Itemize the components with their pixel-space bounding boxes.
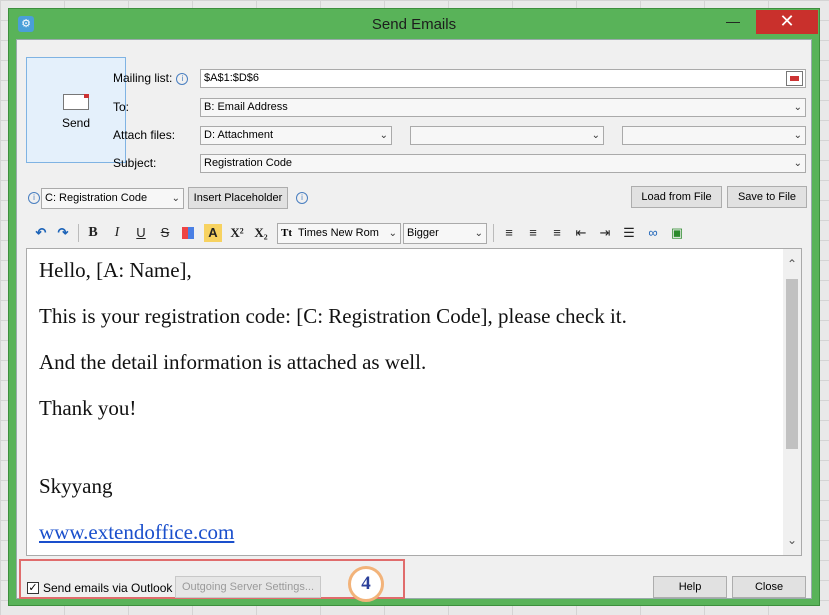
scroll-thumb[interactable] — [786, 279, 798, 449]
chevron-down-icon: ⌄ — [474, 228, 483, 239]
undo-icon[interactable]: ↶ — [32, 224, 50, 242]
outgoing-server-settings-button[interactable]: Outgoing Server Settings... — [175, 576, 321, 598]
insert-placeholder-button[interactable]: Insert Placeholder — [188, 187, 288, 209]
font-color-button[interactable]: A — [204, 224, 222, 242]
format-toolbar: ↶ ↷ B I U S A X² X₂ Tt Times New Rom ⌄ Bi… — [26, 220, 802, 247]
font-size-dropdown[interactable]: Bigger ⌄ — [403, 223, 487, 244]
align-right-icon[interactable]: ≡ — [548, 224, 566, 242]
chevron-down-icon: ⌄ — [388, 228, 397, 239]
to-dropdown[interactable]: B: Email Address ⌄ — [200, 98, 806, 117]
save-to-file-button[interactable]: Save to File — [727, 186, 807, 208]
envelope-icon — [63, 94, 89, 110]
chevron-down-icon: ⌄ — [591, 130, 600, 141]
range-select-icon[interactable] — [786, 71, 803, 86]
chevron-down-icon: ⌄ — [379, 130, 388, 141]
font-name-dropdown[interactable]: Tt Times New Rom ⌄ — [277, 223, 401, 244]
editor-scrollbar[interactable]: ⌃ ⌄ — [783, 249, 801, 555]
help-button[interactable]: Help — [653, 576, 727, 598]
mailing-list-input[interactable]: $A$1:$D$6 — [200, 69, 806, 88]
bold-button[interactable]: B — [84, 224, 102, 242]
attach-dropdown-3[interactable]: ⌄ — [622, 126, 806, 145]
redo-icon[interactable]: ↷ — [54, 224, 72, 242]
info-icon[interactable]: i — [176, 72, 189, 85]
italic-button[interactable]: I — [108, 224, 126, 242]
editor-line: And the detail information is attached a… — [39, 350, 427, 374]
send-button[interactable]: Send — [26, 57, 126, 163]
scroll-up-icon[interactable]: ⌃ — [783, 255, 801, 273]
mailing-list-label: Mailing list: i — [113, 71, 189, 85]
strikethrough-button[interactable]: S — [156, 224, 174, 242]
list-icon[interactable]: ☰ — [620, 224, 638, 242]
align-left-icon[interactable]: ≡ — [500, 224, 518, 242]
minimize-button[interactable]: — — [723, 10, 743, 34]
subject-input[interactable]: Registration Code ⌄ — [200, 154, 806, 173]
to-label: To: — [113, 100, 130, 114]
close-window-button[interactable]: ✕ — [756, 10, 818, 34]
link-icon[interactable]: ∞ — [644, 224, 662, 242]
indent-icon[interactable]: ⇥ — [596, 224, 614, 242]
send-via-outlook-label: Send emails via Outlook — [43, 581, 173, 595]
image-icon[interactable]: ▣ — [668, 224, 686, 242]
editor-line: This is your registration code: [C: Regi… — [39, 304, 627, 328]
align-center-icon[interactable]: ≡ — [524, 224, 542, 242]
chevron-down-icon: ⌄ — [793, 130, 802, 141]
underline-button[interactable]: U — [132, 224, 150, 242]
highlight-color-icon[interactable] — [182, 227, 194, 239]
title-bar: ⚙ Send Emails — ✕ — [9, 9, 819, 39]
attach-dropdown-1[interactable]: D: Attachment ⌄ — [200, 126, 392, 145]
font-icon: Tt — [281, 227, 292, 239]
subject-label: Subject: — [113, 156, 157, 170]
placeholder-dropdown[interactable]: C: Registration Code ⌄ — [41, 188, 184, 209]
send-via-outlook-checkbox[interactable]: ✓ — [27, 582, 39, 594]
info-icon[interactable]: i — [296, 192, 308, 204]
toolbar-divider — [78, 224, 79, 242]
dialog-body: Send Mailing list: i $A$1:$D$6 To: B: Ema… — [16, 39, 812, 602]
load-from-file-button[interactable]: Load from File — [631, 186, 722, 208]
message-body: Hello, [A: Name], This is your registrat… — [39, 257, 779, 555]
editor-line: Hello, [A: Name], — [39, 258, 192, 282]
toolbar-divider — [493, 224, 494, 242]
chevron-down-icon: ⌄ — [793, 158, 802, 169]
outdent-icon[interactable]: ⇤ — [572, 224, 590, 242]
message-editor[interactable]: Hello, [A: Name], This is your registrat… — [26, 248, 802, 556]
signature-line: Skyyang — [39, 474, 113, 498]
superscript-button[interactable]: X² — [228, 224, 246, 242]
close-button[interactable]: Close — [732, 576, 806, 598]
window-title: Send Emails — [371, 16, 457, 33]
step-callout: 4 — [348, 566, 384, 602]
attach-files-label: Attach files: — [113, 128, 176, 142]
subscript-button[interactable]: X₂ — [252, 224, 270, 242]
attach-dropdown-2[interactable]: ⌄ — [410, 126, 604, 145]
chevron-down-icon: ⌄ — [171, 193, 180, 204]
editor-line: Thank you! — [39, 396, 137, 420]
scroll-down-icon[interactable]: ⌄ — [783, 531, 801, 549]
chevron-down-icon: ⌄ — [793, 102, 802, 113]
send-button-label: Send — [61, 116, 91, 130]
website-link[interactable]: www.extendoffice.com — [39, 520, 234, 544]
send-emails-dialog: ⚙ Send Emails — ✕ Send Mailing list: i $A… — [8, 8, 820, 606]
info-icon[interactable]: i — [28, 192, 40, 204]
